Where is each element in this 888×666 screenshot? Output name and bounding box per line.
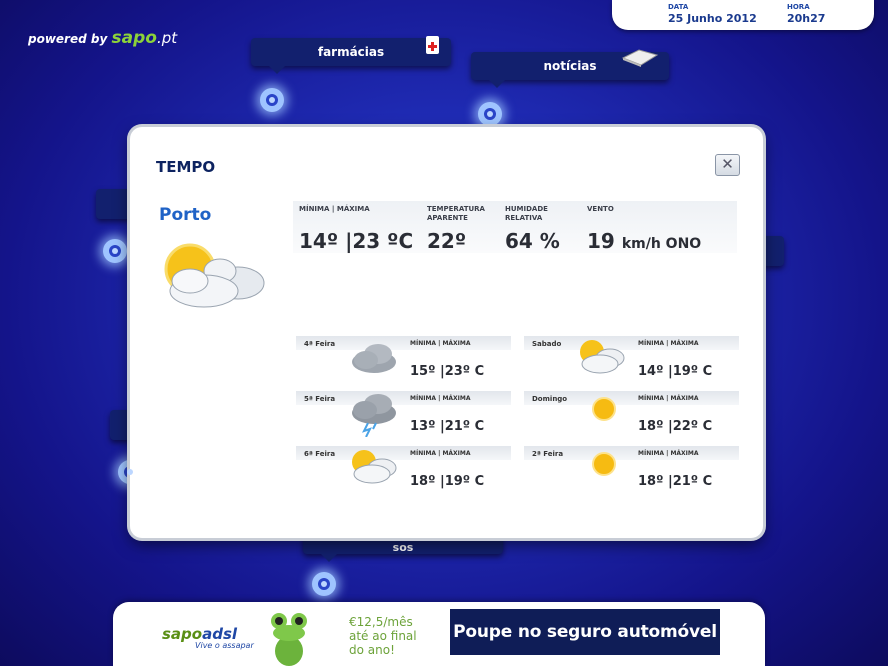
forecast-minmax-label: MÍNIMA | MÁXIMA xyxy=(638,340,699,347)
wind-unit: km/h ONO xyxy=(621,236,702,252)
sun-cloud-icon xyxy=(348,448,400,488)
insurance-ad-banner[interactable]: Poupe no seguro automóvel xyxy=(450,609,720,655)
close-icon: ✕ xyxy=(721,155,734,173)
forecast-item: Sabado MÍNIMA | MÁXIMA 14º |19º C xyxy=(524,336,739,386)
current-minmax-label: MÍNIMA | MÁXIMA xyxy=(299,205,370,213)
forecast-item: 6ª Feira MÍNIMA | MÁXIMA 18º |19º C xyxy=(296,446,511,496)
nav-node-left-1[interactable] xyxy=(103,239,127,263)
nav-tab-farmacias-label: farmácias xyxy=(317,45,385,59)
wind-speed: 19 xyxy=(587,229,615,253)
sun-icon xyxy=(590,395,642,435)
powered-by-logo: powered by sapo.pt xyxy=(28,28,177,48)
forecast-item: 4ª Feira MÍNIMA | MÁXIMA 15º |23º C xyxy=(296,336,511,386)
forecast-temp: 18º |19º C xyxy=(410,474,485,489)
storm-icon xyxy=(348,393,400,438)
forecast-item: Domingo MÍNIMA | MÁXIMA 18º |22º C xyxy=(524,391,739,441)
forecast-temp: 15º |23º C xyxy=(410,364,485,379)
forecast-day: 2ª Feira xyxy=(532,450,564,458)
forecast-minmax-label: MÍNIMA | MÁXIMA xyxy=(638,450,699,457)
forecast-minmax-label: MÍNIMA | MÁXIMA xyxy=(410,340,471,347)
forecast-day: 6ª Feira xyxy=(304,450,336,458)
nav-tab-noticias-label: notícias xyxy=(543,59,597,73)
current-wind-label: VENTO xyxy=(587,205,614,213)
weather-dialog: TEMPO ✕ Porto MÍNIMA | MÁXIMA 14º |23 ºC… xyxy=(130,127,763,538)
insurance-ad-text: Poupe no seguro automóvel xyxy=(453,622,717,642)
current-apparent-label: TEMPERATURA APARENTE xyxy=(427,205,485,222)
current-apparent-value: 22º xyxy=(427,229,467,253)
pharmacy-icon xyxy=(426,36,439,54)
time-label: HORA xyxy=(787,3,810,11)
forecast-item: 5ª Feira MÍNIMA | MÁXIMA 13º |21º C xyxy=(296,391,511,441)
forecast-minmax-label: MÍNIMA | MÁXIMA xyxy=(410,450,471,457)
time-value: 20h27 xyxy=(787,12,826,25)
forecast-day: Domingo xyxy=(532,395,568,403)
powered-by-text: powered by xyxy=(28,32,108,46)
nav-tab-right[interactable] xyxy=(760,236,784,266)
nav-node-sos[interactable] xyxy=(312,572,336,596)
nav-tab-noticias[interactable]: notícias xyxy=(471,49,669,88)
current-humidity: HUMIDADE RELATIVA 64 % xyxy=(505,201,565,253)
forecast-item: 2ª Feira MÍNIMA | MÁXIMA 18º |21º C xyxy=(524,446,739,496)
nav-tab-sos-label: sos xyxy=(392,540,414,554)
date-label: DATA xyxy=(668,3,689,11)
forecast-day: 5ª Feira xyxy=(304,395,336,403)
current-apparent: TEMPERATURA APARENTE 22º xyxy=(427,201,497,253)
frog-mascot-icon xyxy=(271,613,307,666)
book-icon xyxy=(621,46,659,71)
ad-offer-text: €12,5/mês até ao final do ano! xyxy=(349,615,417,657)
city-name: Porto xyxy=(159,205,212,225)
current-humidity-label: HUMIDADE RELATIVA xyxy=(505,205,548,222)
forecast-temp: 18º |22º C xyxy=(638,419,713,434)
forecast-day: 4ª Feira xyxy=(304,340,336,348)
current-minmax-value: 14º |23 ºC xyxy=(299,229,414,253)
close-button[interactable]: ✕ xyxy=(715,154,740,176)
forecast-minmax-label: MÍNIMA | MÁXIMA xyxy=(410,395,471,402)
sun-icon xyxy=(590,450,642,490)
current-humidity-value: 64 % xyxy=(505,229,560,253)
date-value: 25 Junho 2012 xyxy=(668,12,757,25)
sapo-domain-text: .pt xyxy=(156,29,178,47)
forecast-temp: 14º |19º C xyxy=(638,364,713,379)
ad-tagline: Vive o assapar xyxy=(195,641,254,650)
dialog-title: TEMPO xyxy=(156,158,216,176)
current-conditions-bar: MÍNIMA | MÁXIMA 14º |23 ºC TEMPERATURA A… xyxy=(293,201,737,253)
cloud-icon xyxy=(348,338,400,378)
sapo-logo-text: sapo xyxy=(111,28,157,48)
forecast-temp: 13º |21º C xyxy=(410,419,485,434)
sun-cloud-icon xyxy=(160,241,270,313)
nav-tab-farmacias[interactable]: farmácias xyxy=(251,36,451,74)
nav-node-farmacias[interactable] xyxy=(260,88,284,112)
current-wind-value: 19 km/h ONO xyxy=(587,229,701,253)
forecast-day: Sabado xyxy=(532,340,562,348)
current-minmax: MÍNIMA | MÁXIMA 14º |23 ºC xyxy=(299,201,413,253)
forecast-temp: 18º |21º C xyxy=(638,474,713,489)
nav-node-noticias[interactable] xyxy=(478,102,502,126)
current-wind: VENTO 19 km/h ONO xyxy=(587,201,701,253)
sun-cloud-icon xyxy=(576,338,628,378)
forecast-minmax-label: MÍNIMA | MÁXIMA xyxy=(638,395,699,402)
date-time-panel: DATA 25 Junho 2012 HORA 20h27 xyxy=(612,0,874,30)
